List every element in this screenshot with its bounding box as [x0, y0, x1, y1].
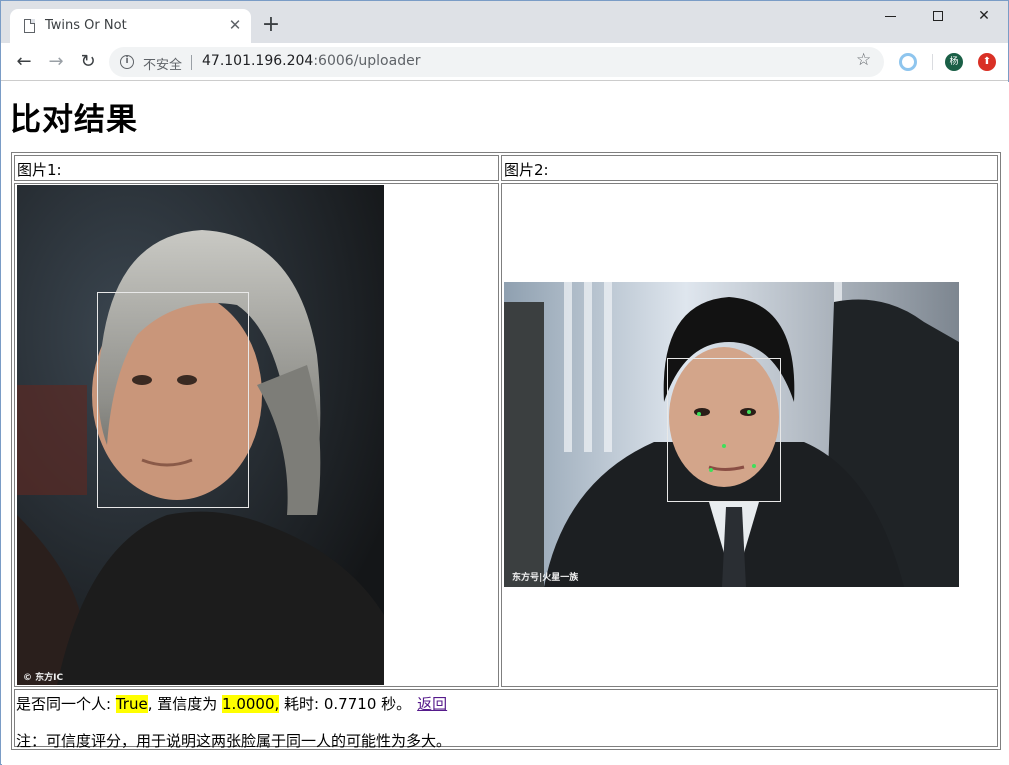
info-icon[interactable]: i: [120, 55, 134, 69]
elapsed-time: 耗时: 0.7710 秒。: [279, 695, 412, 713]
reload-icon[interactable]: ↻: [77, 51, 99, 73]
landmark-point: [709, 468, 713, 472]
face-photo-1: © 东方IC: [17, 185, 384, 685]
image2-cell: 东方号|火星一族: [501, 183, 998, 687]
window-close-button[interactable]: ✕: [961, 1, 1007, 31]
same-person-label: 是否同一个人:: [16, 695, 116, 713]
image2-label: 图片2:: [504, 161, 549, 179]
same-person-value: True: [115, 695, 148, 713]
landmark-point: [697, 412, 701, 416]
face-photo-2: 东方号|火星一族: [504, 282, 959, 587]
image1-label: 图片1:: [17, 161, 62, 179]
title-bar: Twins Or Not ✕ + ✕: [1, 1, 1008, 43]
update-icon[interactable]: ⬆: [978, 53, 996, 71]
confidence-label: , 置信度为: [147, 695, 223, 713]
page-title: 比对结果: [10, 102, 138, 138]
browser-toolbar: ← → ↻ i 不安全 47.101.196.204:6006/uploader…: [1, 43, 1008, 81]
insecure-label: 不安全: [143, 58, 183, 73]
close-tab-icon[interactable]: ✕: [226, 16, 244, 34]
page-content: 比对结果 图片1: 图片2: © 东方IC 东方号|火星一族 是否同一个人: T…: [2, 82, 1009, 765]
extension-icon[interactable]: [899, 53, 917, 71]
face-detection-box-2: [667, 358, 781, 502]
new-tab-icon[interactable]: +: [261, 14, 281, 36]
minimize-button[interactable]: [868, 1, 914, 31]
back-arrow-icon[interactable]: ←: [13, 51, 35, 73]
forward-arrow-icon[interactable]: →: [45, 51, 67, 73]
page-icon: [24, 19, 35, 33]
bookmark-star-icon[interactable]: ☆: [856, 50, 871, 70]
profile-avatar[interactable]: 杨: [945, 53, 963, 71]
browser-tab[interactable]: Twins Or Not ✕: [10, 9, 251, 43]
result-line: 是否同一个人: True, 置信度为 1.0000, 耗时: 0.7710 秒。…: [16, 693, 447, 714]
face-detection-box-1: [97, 292, 249, 508]
result-footer-cell: 是否同一个人: True, 置信度为 1.0000, 耗时: 0.7710 秒。…: [14, 689, 998, 750]
note-text: 注：可信度评分，用于说明这两张脸属于同一人的可能性为多大。: [16, 732, 452, 750]
landmark-point: [722, 444, 726, 448]
result-table: 图片1: 图片2: © 东方IC 东方号|火星一族 是否同一个人: True, …: [11, 152, 1001, 750]
image2-header-cell: 图片2:: [501, 155, 998, 181]
photo-2-watermark: 东方号|火星一族: [512, 573, 579, 583]
photo-1-watermark: © 东方IC: [23, 673, 64, 683]
maximize-button[interactable]: [915, 1, 961, 31]
landmark-point: [747, 410, 751, 414]
landmark-point: [752, 464, 756, 468]
tab-title: Twins Or Not: [45, 18, 127, 33]
url-text[interactable]: 47.101.196.204:6006/uploader: [202, 53, 420, 69]
address-bar[interactable]: i 不安全 47.101.196.204:6006/uploader ☆: [109, 47, 884, 77]
confidence-value: 1.0000,: [222, 695, 280, 713]
back-link[interactable]: 返回: [417, 695, 447, 713]
browser-window: Twins Or Not ✕ + ✕ ← → ↻ i 不安全 47.101.19…: [0, 0, 1009, 765]
image1-header-cell: 图片1:: [14, 155, 499, 181]
image1-cell: © 东方IC: [14, 183, 499, 687]
